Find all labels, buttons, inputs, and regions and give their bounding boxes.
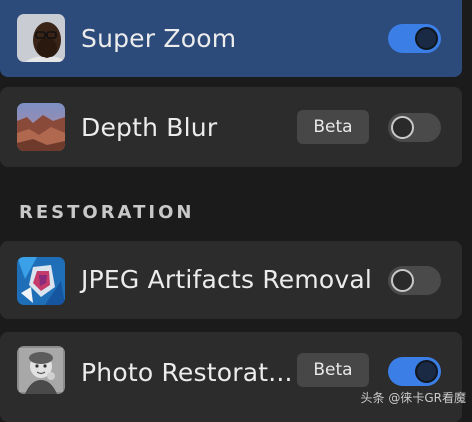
super-zoom-toggle[interactable]: [388, 24, 441, 53]
photo-restoration-toggle[interactable]: [388, 357, 441, 386]
section-title-restoration: RESTORATION: [19, 202, 195, 223]
toggle-knob: [415, 360, 438, 383]
beta-badge: Beta: [297, 353, 369, 387]
filter-row-super-zoom[interactable]: Super Zoom: [0, 0, 462, 77]
toggle-knob: [391, 116, 414, 139]
beta-badge: Beta: [297, 110, 369, 144]
depth-blur-thumbnail: [17, 103, 65, 151]
photo-restoration-thumbnail: [17, 346, 65, 394]
jpeg-artifacts-label: JPEG Artifacts Removal: [81, 265, 373, 294]
watermark-text: 头条 @徕卡GR看魔: [360, 391, 466, 405]
depth-blur-toggle[interactable]: [388, 113, 441, 142]
photo-restoration-label: Photo Restorat...: [81, 358, 293, 387]
toggle-knob: [415, 27, 438, 50]
super-zoom-label: Super Zoom: [81, 24, 237, 53]
filter-row-jpeg-artifacts[interactable]: JPEG Artifacts Removal: [0, 241, 462, 319]
super-zoom-thumbnail: [17, 14, 65, 62]
jpeg-artifacts-thumbnail: [17, 257, 65, 305]
filter-row-depth-blur[interactable]: Depth Blur Beta: [0, 87, 462, 167]
toggle-knob: [391, 269, 414, 292]
filter-row-photo-restoration[interactable]: Photo Restorat... Beta: [0, 332, 462, 422]
depth-blur-label: Depth Blur: [81, 113, 218, 142]
jpeg-artifacts-toggle[interactable]: [388, 266, 441, 295]
